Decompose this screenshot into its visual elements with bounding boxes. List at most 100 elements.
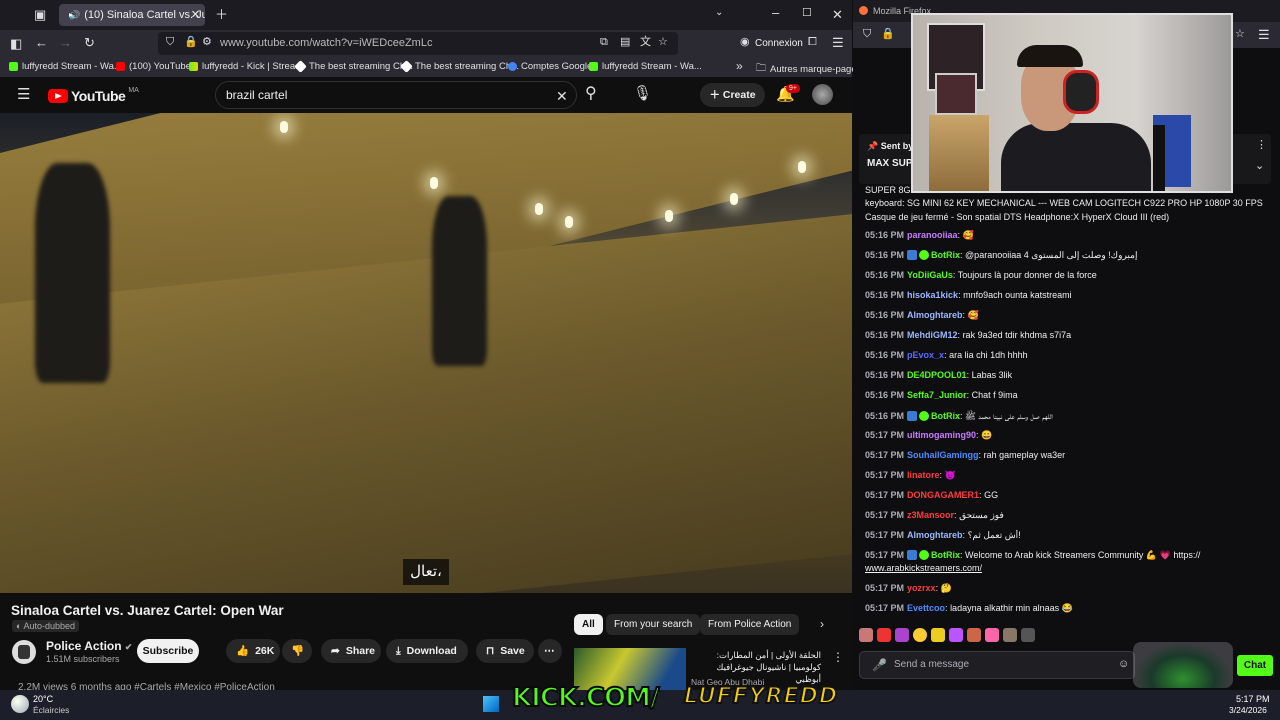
microphone-icon[interactable]: 🎙 — [633, 86, 652, 101]
close-window-icon[interactable]: ✕ — [832, 8, 843, 21]
channel-name[interactable]: Police Action ✔ — [46, 639, 132, 653]
search-icon[interactable]: ⚲ — [585, 86, 597, 102]
video-player[interactable]: تعال، — [0, 113, 852, 593]
more-vertical-icon[interactable]: ⋮ — [1256, 140, 1267, 151]
emote-icon[interactable] — [967, 628, 981, 642]
translate-icon[interactable]: 文 — [640, 37, 651, 48]
chevron-down-icon[interactable]: ⌄ — [715, 8, 723, 18]
create-button[interactable]: ＋ Create — [700, 83, 765, 107]
chat-username[interactable]: MehdiGM12 — [907, 330, 958, 340]
picture-in-picture-icon[interactable]: ⧉ — [600, 37, 608, 48]
emote-icon[interactable] — [913, 628, 927, 642]
back-icon[interactable]: ← — [35, 36, 48, 49]
share-button[interactable]: ➦ Share — [321, 639, 381, 663]
weather-icon[interactable] — [11, 695, 29, 713]
chat-username[interactable]: Evettcoo — [907, 603, 945, 613]
chip-all[interactable]: All — [574, 614, 603, 635]
more-bookmarks-icon[interactable]: » — [736, 59, 743, 73]
chat-username[interactable]: pEvox_x — [907, 350, 944, 360]
chat-username[interactable]: BotRix — [931, 250, 960, 260]
verified-badge-icon — [919, 250, 930, 260]
save-button[interactable]: ⊓ Save — [476, 639, 534, 663]
close-tab-icon[interactable]: ✕ — [191, 8, 200, 21]
permissions-icon[interactable]: ⚙ — [202, 37, 212, 48]
reload-icon[interactable]: ↻ — [84, 36, 95, 49]
chat-username[interactable]: linatore — [907, 470, 940, 480]
shield-icon[interactable]: ⛉ — [863, 29, 871, 40]
hamburger-menu-icon[interactable]: ☰ — [17, 87, 30, 102]
emote-icon[interactable] — [895, 628, 909, 642]
download-button[interactable]: ⤓ Download — [386, 639, 468, 663]
shield-icon[interactable]: ⛉ — [166, 37, 174, 48]
chat-username[interactable]: DE4DPOOL01 — [907, 370, 967, 380]
url-bar[interactable]: ⛉ 🔒 ⚙ www.youtube.com/watch?v=iWEDceeZmL… — [158, 32, 678, 55]
bookmark-item[interactable]: luffyredd Stream - Wa... — [589, 61, 702, 72]
emote-icon[interactable] — [1003, 628, 1017, 642]
chat-username[interactable]: yozrxx — [907, 583, 936, 593]
bookmark-item[interactable]: The best streaming Ch... — [400, 60, 519, 73]
sidebar-icon[interactable]: ◧ — [10, 37, 22, 50]
emote-icon[interactable] — [949, 628, 963, 642]
chat-username[interactable]: BotRix — [931, 550, 960, 560]
chat-username[interactable]: z3Mansoor — [907, 510, 954, 520]
other-bookmarks[interactable]: 🗀 Autres marque-pages — [756, 61, 861, 78]
extensions-icon[interactable]: ⧠ — [808, 37, 817, 48]
bookmark-item[interactable]: Comptes Google — [508, 61, 592, 72]
channel-avatar[interactable] — [12, 640, 36, 664]
like-button[interactable]: 👍 26K — [226, 639, 280, 663]
chat-input[interactable]: 🎤 Send a message ☺ — [859, 651, 1135, 679]
chip-from-your-search[interactable]: From your search — [606, 614, 701, 635]
lock-icon[interactable]: 🔒 — [184, 37, 198, 48]
minimize-icon[interactable]: – — [772, 6, 779, 19]
chat-send-button[interactable]: Chat — [1237, 655, 1273, 676]
subscribe-button[interactable]: Subscribe — [137, 639, 199, 663]
chat-username[interactable]: Almoghtareb — [907, 310, 963, 320]
menu-icon[interactable]: ☰ — [832, 36, 844, 49]
windows-start-icon[interactable] — [483, 696, 499, 712]
download-icon: ⤓ — [396, 645, 401, 657]
chip-from-police-action[interactable]: From Police Action — [700, 614, 800, 635]
forward-icon[interactable]: → — [59, 36, 72, 49]
chat-username[interactable]: paranooiiaa — [907, 230, 958, 240]
search-input[interactable]: brazil cartel ✕ — [215, 81, 577, 109]
emote-icon[interactable] — [1021, 628, 1035, 642]
tab-youtube[interactable]: 🔊 (10) Sinaloa Cartel vs. Juare ✕ — [59, 4, 205, 26]
chevron-right-icon[interactable]: › — [820, 618, 824, 630]
account-label[interactable]: Connexion — [755, 38, 803, 49]
more-actions-button[interactable]: ⋯ — [538, 639, 562, 663]
bookmark-item[interactable]: luffyredd - Kick | Strea... — [189, 61, 303, 72]
chevron-down-icon[interactable]: ⌄ — [1255, 161, 1264, 172]
chat-username[interactable]: BotRix — [931, 411, 960, 421]
emoji-icon[interactable]: ☺ — [1118, 659, 1129, 670]
reader-icon[interactable]: ▤ — [620, 37, 630, 48]
tab-overview-icon[interactable]: ▣ — [34, 8, 46, 21]
microphone-icon[interactable]: 🎤 — [872, 659, 887, 671]
chat-username[interactable]: ultimogaming90 — [907, 430, 976, 440]
youtube-logo[interactable]: YouTube MA — [48, 87, 139, 104]
chat-username[interactable]: Seffa7_Junior — [907, 390, 967, 400]
emote-icon[interactable] — [877, 628, 891, 642]
system-tray[interactable] — [1100, 694, 1220, 716]
dislike-button[interactable]: 👎 — [282, 639, 312, 663]
menu-icon[interactable]: ☰ — [1258, 28, 1270, 41]
new-tab-icon[interactable]: ＋ — [215, 8, 228, 21]
emote-icon[interactable] — [859, 628, 873, 642]
bookmark-star-icon[interactable]: ☆ — [1235, 29, 1245, 40]
chat-username[interactable]: hisoka1kick — [907, 290, 958, 300]
emote-icon[interactable] — [985, 628, 999, 642]
clear-search-icon[interactable]: ✕ — [556, 89, 568, 103]
chat-username[interactable]: SouhailGamingg — [907, 450, 979, 460]
chat-username[interactable]: Almoghtareb — [907, 530, 963, 540]
bookmark-item[interactable]: (100) YouTube — [116, 61, 191, 72]
emote-icon[interactable] — [931, 628, 945, 642]
bookmark-star-icon[interactable]: ☆ — [658, 37, 668, 48]
lock-icon[interactable]: 🔒 — [881, 29, 895, 40]
bookmark-item[interactable]: The best streaming Ch... — [294, 60, 413, 73]
maximize-icon[interactable]: ☐ — [802, 8, 812, 19]
chat-username[interactable]: DONGAGAMER1 — [907, 490, 979, 500]
more-vertical-icon[interactable]: ⋮ — [832, 651, 844, 663]
chat-username[interactable]: YoDiiGaUs — [907, 270, 953, 280]
account-icon[interactable]: ◉ — [740, 37, 750, 48]
bookmark-item[interactable]: luffyredd Stream - Wa... — [9, 61, 122, 72]
avatar[interactable] — [812, 84, 833, 105]
